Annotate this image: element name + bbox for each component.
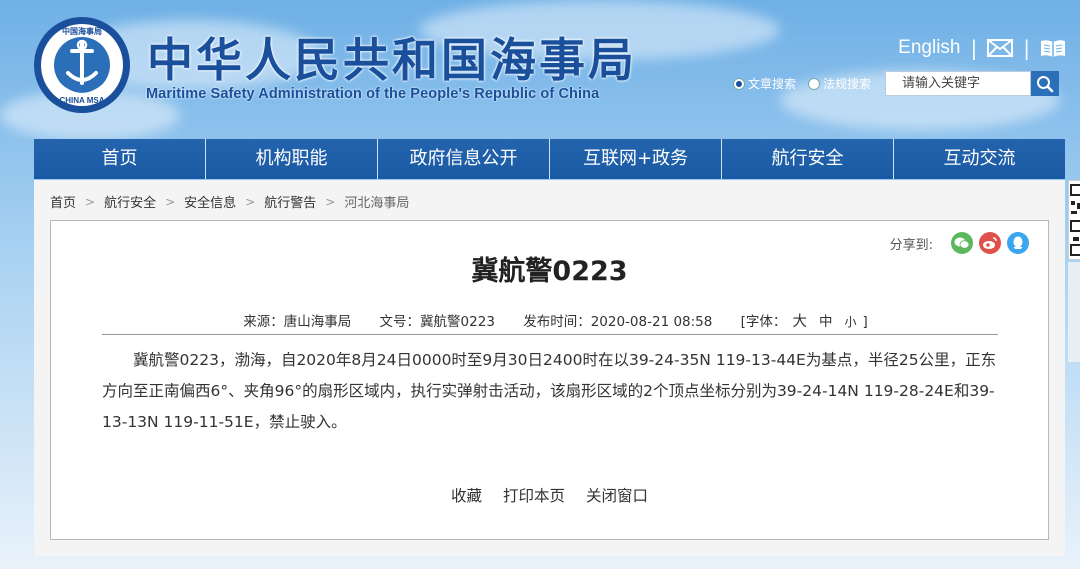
nav-item-home[interactable]: 首页	[34, 139, 206, 179]
msa-logo[interactable]: 中国海事局 CHINA MSA	[32, 15, 132, 115]
site-header: 中国海事局 CHINA MSA 中华人民共和国海事局 Maritime Safe…	[0, 0, 1080, 138]
article-actions: 收藏 打印本页 关闭窗口	[51, 484, 1048, 506]
meta-font-end: ]	[862, 314, 868, 330]
search-icon	[1037, 75, 1054, 92]
radio-law-search[interactable]: 法规搜索	[808, 75, 871, 92]
font-size-medium-button[interactable]: 中	[819, 314, 833, 330]
site-title-en: Maritime Safety Administration of the Pe…	[146, 86, 600, 102]
site-title-cn: 中华人民共和国海事局	[147, 33, 637, 87]
nav-item-gov-info[interactable]: 政府信息公开	[378, 139, 550, 179]
article-body: 冀航警0223，渤海，自2020年8月24日0000时至9月30日2400时在以…	[102, 351, 997, 431]
nav-item-nav-safety[interactable]: 航行安全	[722, 139, 894, 179]
font-size-large-button[interactable]: 大	[792, 314, 807, 330]
radio-article-search[interactable]: 文章搜索	[733, 75, 796, 92]
meta-divider	[102, 334, 998, 335]
breadcrumb-current[interactable]: 河北海事局	[344, 192, 409, 211]
meta-font-label: [字体：	[740, 314, 787, 330]
mail-icon[interactable]	[987, 38, 1014, 58]
nav-item-interaction[interactable]: 互动交流	[894, 139, 1065, 179]
top-links: English | |	[898, 36, 1066, 60]
meta-publish-time: 发布时间：2020-08-21 08:58	[523, 314, 713, 330]
meta-doc-no: 文号：冀航警0223	[379, 314, 495, 330]
close-window-button[interactable]: 关闭窗口	[586, 484, 648, 506]
print-button[interactable]: 打印本页	[503, 484, 565, 506]
english-link[interactable]: English	[898, 37, 960, 59]
logo-text: 中国海事局	[62, 26, 102, 36]
side-panel	[1068, 262, 1080, 362]
nav-item-functions[interactable]: 机构职能	[206, 139, 378, 179]
breadcrumb-separator: >	[245, 194, 256, 209]
wechat-icon	[954, 237, 970, 249]
nav-item-internet-gov[interactable]: 互联网+政务	[550, 139, 722, 179]
breadcrumb-item[interactable]: 航行安全	[104, 192, 156, 211]
search-button[interactable]	[1031, 71, 1060, 96]
radio-label: 文章搜索	[748, 77, 797, 91]
radio-selected-icon	[733, 77, 745, 90]
article-meta: 来源：唐山海事局 文号：冀航警0223 发布时间：2020-08-21 08:5…	[51, 310, 1048, 331]
font-size-small-button[interactable]: 小	[844, 315, 856, 329]
article-title: 冀航警0223	[471, 256, 628, 287]
favorite-button[interactable]: 收藏	[451, 484, 482, 506]
article-panel: 分享到: 冀航警0223 来源：唐山海事局 文号：冀航警0223 发布时间：20…	[50, 220, 1049, 540]
radio-label: 法规搜索	[823, 77, 872, 91]
breadcrumb-item[interactable]: 安全信息	[184, 192, 236, 211]
separator: |	[1023, 36, 1030, 60]
qr-code-icon	[1070, 184, 1080, 256]
breadcrumb-item[interactable]: 首页	[50, 192, 76, 211]
search-input[interactable]	[885, 71, 1032, 96]
separator: |	[970, 36, 978, 60]
breadcrumb-separator: >	[85, 194, 96, 209]
weibo-icon	[983, 237, 997, 249]
breadcrumb-item[interactable]: 航行警告	[264, 192, 316, 211]
search-area: 文章搜索 法规搜索	[733, 71, 1060, 96]
breadcrumb-separator: >	[165, 194, 176, 209]
content-page: 首页 > 航行安全 > 安全信息 > 航行警告 > 河北海事局 分享到: 冀航警…	[34, 180, 1065, 556]
radio-unselected-icon	[808, 77, 821, 90]
logo-text-en: CHINA MSA	[59, 96, 104, 105]
breadcrumb-separator: >	[325, 194, 336, 209]
qr-code-widget[interactable]	[1068, 180, 1080, 260]
book-icon[interactable]	[1040, 38, 1066, 58]
meta-source: 来源：唐山海事局	[243, 314, 352, 330]
main-nav: 首页 机构职能 政府信息公开 互联网+政务 航行安全 互动交流	[34, 139, 1065, 179]
breadcrumb: 首页 > 航行安全 > 安全信息 > 航行警告 > 河北海事局	[50, 192, 409, 212]
